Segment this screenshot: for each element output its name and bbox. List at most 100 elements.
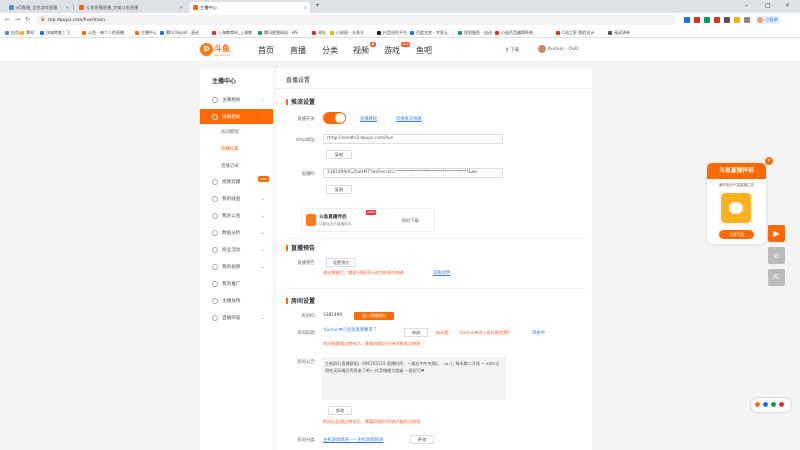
play-icon[interactable]: ▶ (768, 225, 785, 242)
set-notice-button[interactable]: 设置预告 (326, 258, 356, 267)
bookmark-item[interactable]: 阅读清单 (608, 29, 630, 36)
bookmark-item[interactable]: 腾讯 Keylol - 驱动 (160, 29, 199, 36)
bookmark-item[interactable]: 抖音创作平台 (377, 29, 407, 36)
bookmark-item[interactable]: 主播中心 (135, 29, 157, 36)
window-close-icon[interactable]: × (785, 2, 790, 9)
sidebar-item-my-video[interactable]: 我的视频 ⌄ (200, 259, 273, 274)
sidebar-sub-live-records[interactable]: 直播记录 (221, 163, 239, 169)
nav-video[interactable]: 视频 (353, 45, 369, 56)
bookmark-item[interactable]: 百度文库 - 专家认 (410, 29, 448, 36)
copy-code-button[interactable]: 复制 (326, 185, 352, 194)
rtmp-field[interactable]: rtmp://sendtc3.douyu.com/live (323, 134, 503, 144)
bookmark-item[interactable]: 斗鱼 - 每个人的直播 (82, 29, 124, 36)
maximize-icon[interactable]: □ (765, 2, 771, 9)
bookmark-item[interactable]: 素材 (20, 29, 34, 36)
promo-desc: 功能强大的直播助手 (319, 222, 352, 226)
sidebar-sub-live-settings[interactable]: 直播设置 (221, 146, 239, 152)
switch-line-link[interactable]: 切换推流线路 (396, 116, 422, 122)
nav-home[interactable]: 首页 (258, 45, 274, 56)
share-icon[interactable]: ⇱ (768, 269, 785, 286)
bookmark-item[interactable]: 应用 (5, 29, 19, 36)
copy-rtmp-button[interactable]: 复制 (326, 150, 352, 159)
extension-icon[interactable] (694, 17, 700, 23)
bookmark-favicon-icon (458, 30, 462, 35)
site-logo[interactable]: D 斗鱼 douyu.com (200, 42, 240, 58)
nav-yuba[interactable]: 鱼吧 (416, 45, 432, 56)
user-menu[interactable]: Kumun · OvO (538, 45, 578, 53)
url-input[interactable]: 🔒 mp.douyu.com/live/main (36, 15, 676, 25)
close-icon[interactable]: × (66, 5, 69, 10)
extension-icon[interactable] (724, 17, 730, 23)
nav-games[interactable]: 游戏 (384, 45, 400, 56)
sidebar-item-support[interactable]: 主播扶持 (200, 293, 273, 308)
bookmark-item[interactable]: 找到服务 - 自动 (458, 29, 492, 36)
promo-download-button[interactable]: 即时下载 (402, 218, 419, 224)
puzzle-icon[interactable] (744, 17, 750, 23)
sidebar-item-label: 主播扶持 (222, 298, 241, 304)
bookmark-item[interactable]: 小说声音编辑系统 (495, 29, 533, 36)
tutorial-link[interactable]: 直播教程 (360, 116, 377, 122)
close-icon[interactable]: × (765, 157, 773, 165)
back-icon[interactable]: ← (5, 16, 10, 23)
bookmark-item[interactable]: 小说网 - 头条号 (330, 29, 364, 36)
category-value[interactable]: 主机游戏频道——主机游戏频道 (323, 437, 383, 443)
sidebar-item-income[interactable]: 我的收益 ⌄ (200, 191, 273, 206)
enter-room-button[interactable]: 进入直播房间 (354, 312, 394, 320)
forward-icon[interactable]: → (15, 16, 20, 23)
notice-label: 直播预告: (297, 261, 316, 266)
sidebar-item-promotion[interactable]: 我的推广 (200, 276, 273, 291)
bookmark-favicon-icon (312, 30, 316, 35)
chart-icon (212, 229, 218, 236)
sidebar-item-honor[interactable]: 直播荣誉 ⌄ (200, 310, 273, 325)
sidebar-item-streamer[interactable]: 主播相关 ⌄ (200, 92, 273, 107)
browser-tab-1[interactable]: 斗鱼直播直播_完美斗鱼直播 × (76, 2, 186, 13)
browser-tab-2[interactable]: 主播中心 × (190, 2, 310, 13)
bookmark-favicon-icon (82, 30, 86, 35)
new-tab-icon[interactable]: + (315, 2, 320, 9)
extension-icon[interactable] (704, 17, 710, 23)
download-link[interactable]: ⬇ 下载 (505, 47, 519, 53)
chevron-down-icon: ⌄ (260, 96, 265, 103)
edit-title-button[interactable]: 修改 (404, 328, 428, 337)
trophy-icon (212, 314, 218, 321)
sidebar-item-business[interactable]: 商业活动 ⌄ (200, 242, 273, 257)
bookmark-item[interactable]: 上海教育网_上海教 (212, 29, 252, 36)
nav-live[interactable]: 直播 (290, 45, 306, 56)
reload-icon[interactable]: ↻ (25, 16, 30, 23)
toggle-knob (335, 113, 345, 123)
home-icon[interactable]: ⌂ (768, 247, 785, 264)
close-icon[interactable]: × (180, 5, 183, 10)
companion-float-card: 斗鱼直播伴侣 最好用的PC端直播工具 立即下载 (707, 163, 766, 244)
announce-textarea[interactable]: 主粉群1(直播群组): 696793119 直播时间：一般在中午吃饭(。 ･ω･… (322, 357, 506, 400)
float-card-title: 斗鱼直播伴侣 (707, 163, 766, 179)
floating-toolbar[interactable] (751, 398, 791, 412)
minimize-icon[interactable]: – (745, 2, 748, 9)
notice-help-link[interactable]: 查看说明 (433, 270, 450, 276)
sidebar-item-live[interactable]: 直播相关 ⌃ (200, 109, 273, 124)
sidebar-item-guild[interactable]: 我的公会 ⌄ (200, 208, 273, 223)
sidebar-sub-room-manage[interactable]: 房间管理 (221, 129, 239, 135)
float-download-button[interactable]: 立即下载 (719, 230, 754, 239)
profile-button[interactable]: 已暂停 (756, 16, 781, 24)
room-title-value-box: Kumun❤马里奥奥德赛来了 (321, 327, 401, 337)
browser-tab-0[interactable]: xO直播_全民游戏直播 × (6, 2, 72, 13)
close-icon[interactable]: × (304, 5, 307, 10)
bookmark-favicon-icon (160, 30, 164, 35)
bookmark-favicon-icon (212, 30, 216, 35)
extension-icon[interactable] (734, 17, 740, 23)
bookmark-item[interactable]: 快喵审查 | 飞 (40, 29, 70, 36)
bookmark-label: 小说声音编辑系统 (501, 29, 533, 35)
extension-icon[interactable] (714, 17, 720, 23)
sidebar-item-analytics[interactable]: 数据分析 ⌄ (200, 225, 273, 240)
live-switch-toggle[interactable] (323, 112, 346, 124)
bookmark-item[interactable]: C站之家-我的设计 (556, 29, 594, 36)
nav-category[interactable]: 分类 (322, 45, 338, 56)
bookmark-label: 素材 (26, 29, 34, 35)
change-category-button[interactable]: 更改 (410, 435, 434, 444)
bookmarks-bar: 应用 素材 快喵审查 | 飞 斗鱼 - 每个人的直播 主播中心 腾讯 Keylol - 驱… (0, 27, 800, 38)
edit-announce-button[interactable]: 修改 (328, 406, 352, 415)
stream-code-field[interactable]: 3381499rIC25oHM7?wsSecret=**************… (323, 168, 503, 178)
extension-icon[interactable] (684, 17, 690, 23)
bookmark-item[interactable]: 腾讯视频网站 - HS (258, 29, 298, 36)
bookmark-item[interactable]: 网址 (312, 29, 326, 36)
